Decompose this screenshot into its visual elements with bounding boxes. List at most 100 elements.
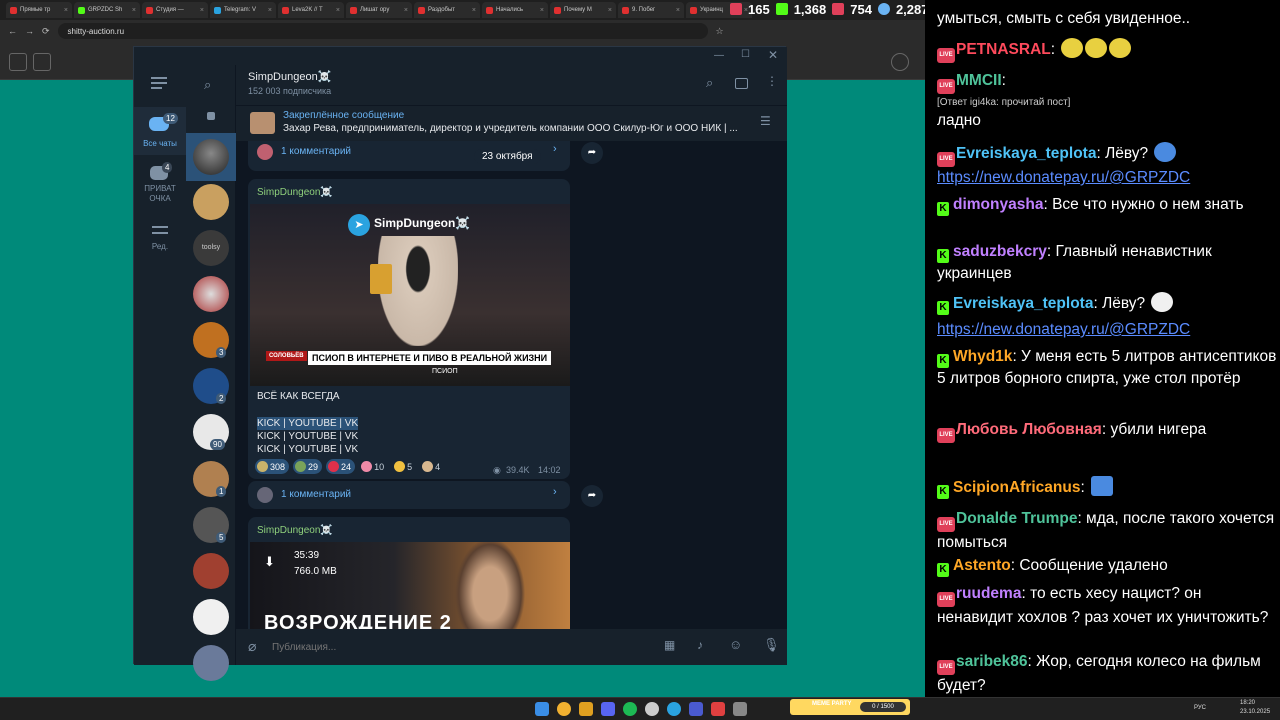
start-icon[interactable]: [535, 702, 549, 716]
browser-tab[interactable]: GRPZDC Sh ×: [74, 2, 140, 18]
video-thumbnail[interactable]: ➤ SimpDungeon☠️ СОЛОВЬЁВ ПСИОП В ИНТЕРНЕ…: [250, 204, 570, 386]
chat-avatar-4[interactable]: [193, 276, 229, 312]
close-tab-icon[interactable]: ×: [268, 7, 272, 14]
close-tab-icon[interactable]: ×: [472, 7, 476, 14]
chat-badge-4: 1: [216, 486, 227, 497]
donate-link[interactable]: https://new.donatepay.ru/@GRPZDC: [937, 169, 1190, 186]
post-link-1[interactable]: KICK | YOUTUBE | VK: [257, 417, 359, 430]
folder-all-chats[interactable]: 12 Все чаты: [134, 107, 186, 155]
app-icon[interactable]: [733, 702, 747, 716]
schedule-icon[interactable]: ▦: [664, 638, 675, 652]
comments-link[interactable]: 1 комментарий: [281, 489, 351, 500]
stream-chat: умыться, смыть с себя увиденное.. LIVE PE…: [925, 0, 1280, 697]
close-tab-icon[interactable]: ×: [404, 7, 408, 14]
close-tab-icon[interactable]: ×: [132, 7, 136, 14]
live-badge-icon: LIVE: [937, 48, 955, 63]
close-tab-icon[interactable]: ×: [336, 7, 340, 14]
search-icon[interactable]: ⌕: [204, 77, 211, 93]
help-icon[interactable]: [891, 53, 909, 71]
app-icon[interactable]: [689, 702, 703, 716]
reaction-3[interactable]: 24: [326, 459, 356, 474]
folder-private[interactable]: 4 ПРИВАТ ОЧКА: [134, 160, 186, 215]
close-tab-icon[interactable]: ×: [608, 7, 612, 14]
live-icon: [832, 3, 845, 15]
download-icon[interactable]: ⬇: [264, 554, 275, 570]
reaction-1[interactable]: 308: [255, 459, 290, 474]
discord-icon[interactable]: [601, 702, 615, 716]
url-field[interactable]: shitty-auction.ru: [57, 23, 708, 39]
chrome-icon[interactable]: [557, 702, 571, 716]
archive-icon[interactable]: [207, 112, 215, 120]
browser-tab[interactable]: 9. Побег ×: [618, 2, 684, 18]
minimize-icon[interactable]: —: [714, 50, 724, 61]
chat-avatar-2[interactable]: [193, 184, 229, 220]
save-icon[interactable]: [33, 53, 51, 71]
sidebar-icon[interactable]: [735, 78, 748, 89]
reaction-2[interactable]: 29: [293, 459, 323, 474]
reaction-4[interactable]: 10: [359, 459, 388, 474]
reactions-row: 308 29 24 10 5 4: [255, 459, 444, 474]
obs-icon[interactable]: [645, 702, 659, 716]
star-icon[interactable]: ☆: [716, 26, 724, 37]
spotify-icon[interactable]: [623, 702, 637, 716]
folder-edit[interactable]: Ред.: [134, 220, 186, 260]
browser-tab[interactable]: Прямые тр ×: [6, 2, 72, 18]
more-icon[interactable]: ⋮: [766, 74, 778, 88]
telegram-icon[interactable]: [667, 702, 681, 716]
share-icon[interactable]: ➦: [581, 142, 603, 164]
share-icon[interactable]: ➦: [581, 485, 603, 507]
browser-tab[interactable]: Раздобыт ×: [414, 2, 480, 18]
microphone-icon[interactable]: 🎙: [763, 637, 780, 653]
menu-icon[interactable]: [151, 77, 167, 89]
meme-party-label: MEME PARTY: [812, 701, 852, 707]
attach-icon[interactable]: ⌀: [248, 638, 256, 655]
post-links: KICK | YOUTUBE | VK KICK | YOUTUBE | VK …: [257, 417, 359, 456]
close-tab-icon[interactable]: ×: [64, 7, 68, 14]
post-link-2[interactable]: KICK | YOUTUBE | VK: [257, 430, 358, 443]
reaction-6[interactable]: 4: [420, 459, 444, 474]
browser-tab[interactable]: Начались ×: [482, 2, 548, 18]
browser-tab[interactable]: Telegram: V ×: [210, 2, 276, 18]
live-badge-icon: LIVE: [937, 428, 955, 443]
pinned-list-icon[interactable]: ☰: [760, 114, 771, 128]
bell-icon[interactable]: ♪: [697, 638, 703, 652]
language-indicator[interactable]: РУС: [1194, 705, 1206, 711]
browser-tab[interactable]: Студия — ×: [142, 2, 208, 18]
close-tab-icon[interactable]: ×: [676, 7, 680, 14]
sidebar-toggle-icon[interactable]: [9, 53, 27, 71]
back-icon[interactable]: ←: [8, 26, 17, 36]
post-link-3[interactable]: KICK | YOUTUBE | VK: [257, 443, 358, 456]
edit-label: Ред.: [151, 242, 169, 251]
chat-avatar-12[interactable]: [193, 645, 229, 681]
pinned-bar[interactable]: Закреплённое сообщение Захар Рева, предп…: [236, 105, 787, 141]
chat-line-2: LIVE MMCII:: [937, 70, 1277, 94]
chat-badge-5: 5: [216, 532, 227, 543]
comments-link[interactable]: 1 комментарий: [281, 146, 351, 157]
post-1-comments[interactable]: 1 комментарий ›: [248, 481, 570, 509]
video-thumbnail[interactable]: ⬇ 35:39 766.0 MB ВОЗРОЖДЕНИЕ 2: [250, 542, 570, 629]
chat-avatar-3[interactable]: toolsy: [193, 230, 229, 266]
chat-header[interactable]: SimpDungeon☠️ 152 003 подписчика ⌕ ⋮: [236, 65, 787, 105]
commenter-avatar: [257, 487, 273, 503]
forward-icon[interactable]: →: [25, 26, 34, 36]
browser-tab[interactable]: Лишат ору ×: [346, 2, 412, 18]
header-search-icon[interactable]: ⌕: [706, 75, 713, 91]
emoji-icon[interactable]: ☺: [729, 637, 742, 652]
chat-item-selected[interactable]: [186, 133, 236, 181]
close-tab-icon[interactable]: ×: [540, 7, 544, 14]
explorer-icon[interactable]: [579, 702, 593, 716]
browser-tab[interactable]: Leva2K // Т ×: [278, 2, 344, 18]
app-icon[interactable]: [711, 702, 725, 716]
reaction-5[interactable]: 5: [392, 459, 416, 474]
chat-avatar-10[interactable]: [193, 553, 229, 589]
browser-tab[interactable]: Почему М ×: [550, 2, 616, 18]
reload-icon[interactable]: ⟳: [42, 26, 50, 37]
post-input[interactable]: [272, 637, 652, 657]
close-tab-icon[interactable]: ×: [200, 7, 204, 14]
window-titlebar: — ☐ ✕: [134, 47, 787, 65]
meme-party-widget[interactable]: MEME PARTY 0 / 1500: [790, 699, 910, 715]
donate-link[interactable]: https://new.donatepay.ru/@GRPZDC: [937, 321, 1190, 338]
maximize-icon[interactable]: ☐: [741, 49, 750, 60]
chat-avatar-11[interactable]: [193, 599, 229, 635]
close-icon[interactable]: ✕: [768, 48, 778, 62]
